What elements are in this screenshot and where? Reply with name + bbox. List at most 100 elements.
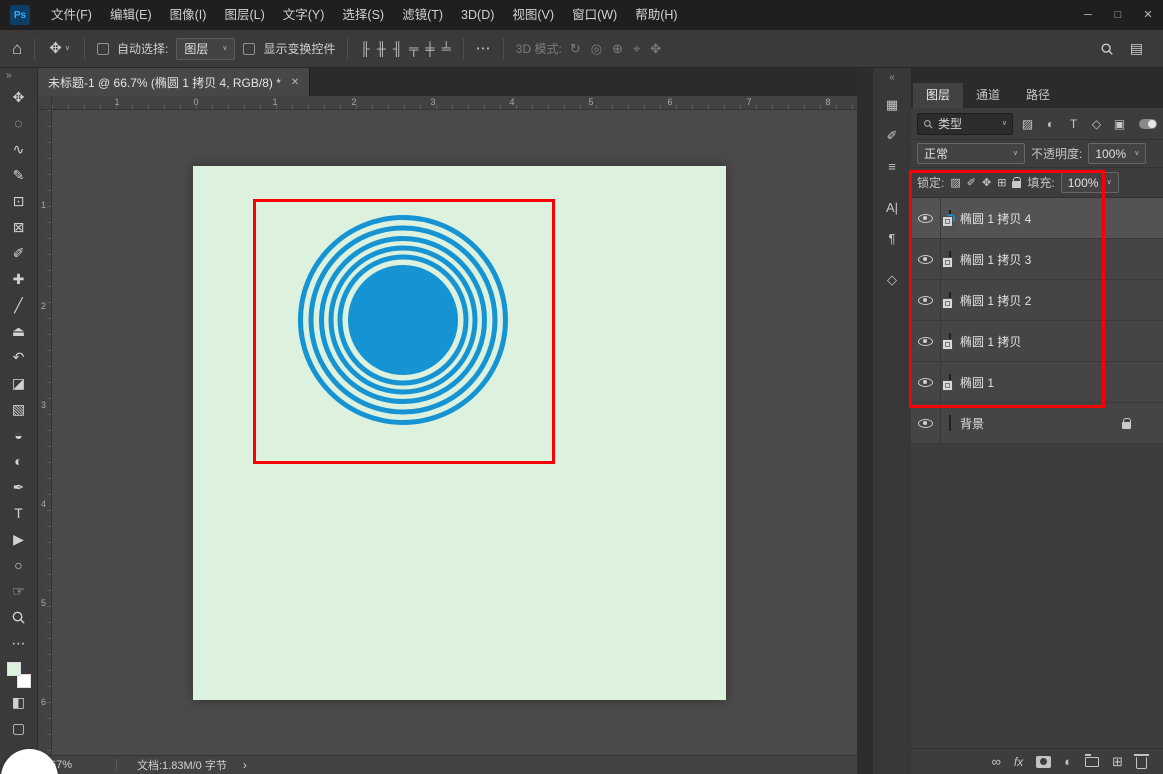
layer-thumbnail[interactable] — [949, 211, 951, 225]
align-bottom-icon[interactable]: ╧ — [442, 41, 451, 56]
workspace-switcher-icon[interactable]: ▤ — [1130, 40, 1143, 57]
layer-name[interactable]: 背景 — [960, 415, 1122, 432]
link-layers-icon[interactable]: ∞ — [992, 755, 1001, 768]
scale-3d-icon[interactable]: ✥ — [650, 41, 661, 57]
add-mask-icon[interactable] — [1036, 756, 1051, 768]
status-options-chevron[interactable]: › — [243, 758, 247, 772]
layer-filter-dropdown[interactable]: 类型 ∨ — [917, 113, 1013, 135]
eyedropper-tool[interactable]: ✐ — [7, 241, 31, 265]
home-icon[interactable]: ⌂ — [12, 40, 22, 57]
healing-brush-tool[interactable]: ✚ — [7, 267, 31, 291]
menu-filter[interactable]: 滤镜(T) — [393, 0, 452, 30]
menu-file[interactable]: 文件(F) — [42, 0, 101, 30]
layer-row[interactable]: 椭圆 1 拷贝 — [911, 321, 1163, 362]
auto-select-target-dropdown[interactable]: 图层 ∨ — [176, 38, 235, 60]
layer-row[interactable]: 椭圆 1 拷贝 4 — [911, 198, 1163, 239]
current-tool-indicator[interactable]: ✥ ∨ — [47, 41, 72, 56]
fill-dropdown[interactable]: 100% ∨ — [1061, 172, 1119, 193]
layer-name[interactable]: 椭圆 1 拷贝 2 — [960, 292, 1163, 309]
menu-select[interactable]: 选择(S) — [333, 0, 393, 30]
tab-close-icon[interactable]: ✕ — [291, 77, 299, 88]
show-transform-checkbox[interactable] — [243, 43, 255, 55]
visibility-toggle[interactable] — [911, 198, 941, 238]
dock-collapse-icon[interactable]: « — [889, 72, 895, 84]
panel-icon-brush-settings[interactable]: ≡ — [880, 155, 904, 177]
quick-selection-tool[interactable]: ✎ — [7, 163, 31, 187]
tab-layers[interactable]: 图层 — [913, 83, 963, 108]
lock-artboard-icon[interactable]: ⊞ — [997, 176, 1006, 189]
document-canvas[interactable] — [193, 166, 726, 700]
foreground-color-swatch[interactable] — [7, 662, 21, 676]
lock-all-icon[interactable] — [1012, 181, 1021, 188]
eraser-tool[interactable]: ◪ — [7, 371, 31, 395]
tab-paths[interactable]: 路径 — [1013, 83, 1063, 108]
layer-row-background[interactable]: 背景 — [911, 403, 1163, 444]
visibility-toggle[interactable] — [911, 362, 941, 402]
minimize-button[interactable]: ─ — [1073, 0, 1103, 30]
hand-tool[interactable]: ☞ — [7, 579, 31, 603]
filter-shape-icon[interactable]: ◇ — [1088, 117, 1105, 131]
layer-name[interactable]: 椭圆 1 拷贝 3 — [960, 251, 1163, 268]
lock-image-icon[interactable]: ✐ — [967, 176, 976, 189]
menu-edit[interactable]: 编辑(E) — [101, 0, 161, 30]
path-selection-tool[interactable]: ▶ — [7, 527, 31, 551]
filter-toggle-switch[interactable] — [1139, 119, 1157, 129]
panel-icon-3d[interactable]: ◇ — [880, 268, 904, 290]
filter-type-icon[interactable]: T — [1065, 117, 1082, 131]
blend-mode-dropdown[interactable]: 正常 ∨ — [917, 143, 1025, 164]
align-top-icon[interactable]: ╤ — [409, 41, 418, 56]
menu-3d[interactable]: 3D(D) — [452, 0, 503, 30]
menu-view[interactable]: 视图(V) — [503, 0, 563, 30]
layer-name[interactable]: 椭圆 1 拷贝 4 — [960, 210, 1163, 227]
menu-layer[interactable]: 图层(L) — [215, 0, 273, 30]
lock-transparent-icon[interactable]: ▨ — [950, 176, 960, 189]
orbit-3d-icon[interactable]: ↻ — [570, 41, 581, 57]
layer-style-icon[interactable]: fx — [1014, 756, 1023, 768]
tab-channels[interactable]: 通道 — [963, 83, 1013, 108]
document-tab[interactable]: 未标题-1 @ 66.7% (椭圆 1 拷贝 4, RGB/8) * ✕ — [38, 68, 310, 96]
screen-mode-icon[interactable]: ▢ — [7, 716, 31, 740]
filter-pixel-icon[interactable]: ▨ — [1019, 117, 1036, 131]
canvas-viewport[interactable] — [52, 110, 857, 755]
color-swatches[interactable] — [6, 662, 32, 688]
lasso-tool[interactable]: ∿ — [7, 137, 31, 161]
menu-window[interactable]: 窗口(W) — [563, 0, 626, 30]
pen-tool[interactable]: ✒ — [7, 475, 31, 499]
panel-icon-character[interactable]: A| — [880, 196, 904, 218]
menu-help[interactable]: 帮助(H) — [626, 0, 686, 30]
history-brush-tool[interactable]: ↶ — [7, 345, 31, 369]
filter-adjustment-icon[interactable]: ◐ — [1042, 117, 1059, 131]
lock-position-icon[interactable]: ✥ — [982, 176, 991, 189]
layer-thumbnail[interactable] — [949, 334, 951, 348]
layer-name[interactable]: 椭圆 1 — [960, 374, 1163, 391]
frame-tool[interactable]: ⊠ — [7, 215, 31, 239]
menu-type[interactable]: 文字(Y) — [274, 0, 334, 30]
align-center-v-icon[interactable]: ╪ — [425, 41, 434, 56]
clone-stamp-tool[interactable]: ⏏ — [7, 319, 31, 343]
slide-3d-icon[interactable]: ⌖ — [633, 41, 640, 57]
move-tool[interactable]: ✥ — [7, 85, 31, 109]
auto-select-checkbox[interactable] — [97, 43, 109, 55]
more-options-icon[interactable]: ⋯ — [476, 41, 491, 56]
type-tool[interactable]: T — [7, 501, 31, 525]
panel-icon-paragraph[interactable]: ¶ — [880, 227, 904, 249]
brush-tool[interactable]: ╱ — [7, 293, 31, 317]
menu-image[interactable]: 图像(I) — [161, 0, 216, 30]
elliptical-marquee-tool[interactable]: ◌ — [7, 111, 31, 135]
edit-toolbar-icon[interactable]: ⋯ — [7, 631, 31, 655]
quick-mask-icon[interactable]: ◧ — [7, 690, 31, 714]
close-button[interactable]: ✕ — [1133, 0, 1163, 30]
delete-layer-icon[interactable] — [1136, 757, 1147, 769]
layer-thumbnail[interactable] — [949, 375, 951, 389]
layer-row[interactable]: 椭圆 1 拷贝 2 — [911, 280, 1163, 321]
visibility-toggle[interactable] — [911, 321, 941, 361]
layer-thumbnail[interactable] — [949, 293, 951, 307]
pan-3d-icon[interactable]: ⊕ — [612, 41, 623, 57]
panel-icon-swatches[interactable]: ▦ — [880, 93, 904, 115]
new-layer-icon[interactable]: ⊞ — [1112, 755, 1123, 768]
visibility-toggle[interactable] — [911, 239, 941, 279]
visibility-toggle[interactable] — [911, 403, 941, 443]
panel-icon-adjustments[interactable]: ✐ — [880, 124, 904, 146]
dodge-tool[interactable]: ◐ — [7, 449, 31, 473]
gradient-tool[interactable]: ▧ — [7, 397, 31, 421]
